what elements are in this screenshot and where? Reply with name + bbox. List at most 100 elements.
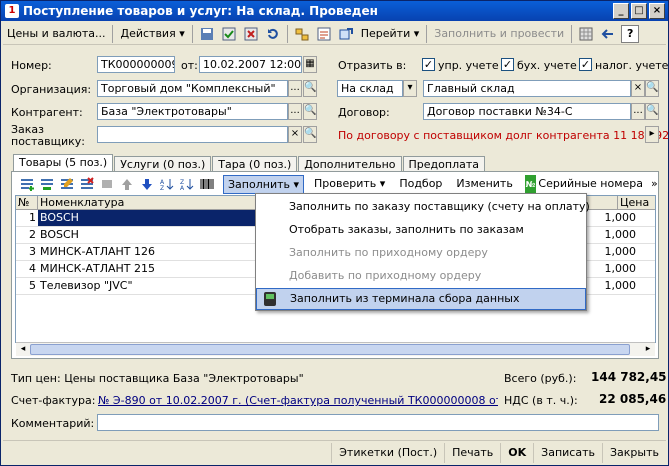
delete-row-icon[interactable]	[79, 175, 95, 193]
destination-type-field[interactable]: На склад	[337, 80, 403, 97]
unpost-icon[interactable]	[242, 25, 260, 43]
prices-currency-button[interactable]: Цены и валюта...	[3, 24, 109, 44]
sort-desc-icon[interactable]: ZA	[179, 175, 195, 193]
reflect-label: Отразить в:	[338, 59, 407, 72]
mgmt-label: упр. учете	[438, 59, 499, 72]
tab-additional[interactable]: Дополнительно	[298, 156, 402, 172]
horizontal-scrollbar[interactable]: ◂ ▸	[16, 342, 655, 356]
serial-numbers-button[interactable]: Серийные номера	[538, 174, 647, 194]
pick-button[interactable]: Подбор	[395, 174, 446, 194]
org-search-icon[interactable]: 🔍	[303, 80, 317, 97]
structure-icon[interactable]	[293, 25, 311, 43]
save-button[interactable]: Записать	[533, 442, 602, 463]
barcode-icon[interactable]	[199, 175, 215, 193]
date-field[interactable]: 10.02.2007 12:00:03	[199, 56, 302, 73]
date-select-button[interactable]: ▦	[303, 56, 317, 73]
move-up-icon[interactable]	[119, 175, 135, 193]
row-name[interactable]: Телевизор "JVC"	[38, 278, 256, 294]
col-number[interactable]: №	[16, 196, 38, 209]
copy-row-icon[interactable]	[39, 175, 55, 193]
help-button[interactable]: ?	[621, 24, 640, 43]
invoice-link[interactable]: № Э-890 от 10.02.2007 г. (Счет-фактура п…	[98, 394, 498, 407]
document-tabs: Товары (5 поз.) Услуги (0 поз.) Тара (0 …	[13, 154, 486, 172]
row-number: 2	[29, 228, 36, 241]
menu-fill-by-receipt-order[interactable]: Заполнить по приходному ордеру	[256, 242, 586, 264]
close-form-button[interactable]: Закрыть	[602, 442, 666, 463]
row-name[interactable]: МИНСК-АТЛАНТ 126	[38, 244, 256, 260]
menu-select-orders[interactable]: Отобрать заказы, заполнить по заказам	[256, 219, 586, 241]
end-edit-icon[interactable]	[99, 175, 115, 193]
contract-select-button[interactable]: ...	[631, 103, 645, 120]
fill-label: Заполнить	[228, 177, 290, 191]
warehouse-field[interactable]: Главный склад	[423, 80, 631, 97]
labels-button[interactable]: Этикетки (Пост.)	[331, 442, 444, 463]
table-toolbar: AZ ZA Заполнить ▾ Проверить ▾ Подбор Изм…	[17, 174, 658, 194]
row-name[interactable]: BOSCH	[38, 210, 256, 226]
minimize-button[interactable]: _	[613, 3, 629, 19]
svg-text:A: A	[180, 185, 185, 191]
close-button[interactable]: ×	[649, 3, 665, 19]
price-type-link[interactable]: Тип цен: Цены поставщика База "Электрото…	[11, 372, 304, 385]
org-field[interactable]: Торговый дом "Комплексный"	[97, 80, 288, 97]
table-settings-icon[interactable]	[577, 25, 595, 43]
row-name[interactable]: МИНСК-АТЛАНТ 215	[38, 261, 256, 277]
scroll-thumb[interactable]	[30, 344, 630, 355]
contractor-search-icon[interactable]: 🔍	[303, 103, 317, 120]
menu-add-by-receipt-order[interactable]: Добавить по приходному ордеру	[256, 265, 586, 287]
actions-menu[interactable]: Действия ▾	[116, 24, 188, 44]
print-button[interactable]: Печать	[444, 442, 500, 463]
check-menu-button[interactable]: Проверить ▾	[310, 174, 389, 194]
tab-prepayment[interactable]: Предоплата	[402, 156, 485, 172]
post-icon[interactable]	[220, 25, 238, 43]
goto-menu[interactable]: Перейти ▾	[357, 24, 424, 44]
contract-search-icon[interactable]: 🔍	[645, 103, 659, 120]
acc-checkbox[interactable]: ✓	[501, 58, 514, 71]
warehouse-clear-icon[interactable]: ×	[631, 80, 645, 97]
scroll-right-icon[interactable]: ▸	[641, 343, 655, 356]
contractor-field[interactable]: База "Электротовары"	[97, 103, 288, 120]
goto-icon[interactable]	[337, 25, 355, 43]
svg-text:Z: Z	[160, 185, 164, 191]
refresh-icon[interactable]	[264, 25, 282, 43]
debt-info[interactable]: По договору с поставщиком долг контраген…	[338, 129, 669, 142]
scroll-left-icon[interactable]: ◂	[16, 343, 30, 356]
ok-button[interactable]: OK	[500, 442, 533, 463]
destination-type-dropdown[interactable]: ▾	[403, 80, 417, 97]
org-select-button[interactable]: ...	[288, 80, 302, 97]
fill-and-post-button[interactable]: Заполнить и провести	[430, 24, 568, 44]
comment-field[interactable]	[97, 414, 659, 431]
movements-icon[interactable]	[315, 25, 333, 43]
order-search-icon[interactable]: 🔍	[303, 126, 317, 143]
change-button[interactable]: Изменить	[452, 174, 516, 194]
contract-field[interactable]: Договор поставки №34-С	[423, 103, 631, 120]
back-arrow-icon[interactable]	[599, 25, 617, 43]
edit-row-icon[interactable]	[59, 175, 75, 193]
add-row-icon[interactable]	[19, 175, 35, 193]
org-label: Организация:	[11, 83, 92, 96]
menu-fill-by-supplier-order[interactable]: Заполнить по заказу поставщику (счету на…	[256, 196, 590, 218]
mgmt-checkbox[interactable]: ✓	[422, 58, 435, 71]
number-field[interactable]: ТК000000009	[97, 56, 175, 73]
menu-fill-from-terminal[interactable]: Заполнить из терминала сбора данных	[256, 288, 586, 310]
date-label: от:	[181, 59, 198, 72]
order-label-line2: поставщику:	[11, 135, 85, 148]
sort-asc-icon[interactable]: AZ	[159, 175, 175, 193]
tab-containers[interactable]: Тара (0 поз.)	[212, 156, 298, 172]
col-price[interactable]: Цена	[618, 196, 655, 209]
warehouse-search-icon[interactable]: 🔍	[645, 80, 659, 97]
fill-menu-button[interactable]: Заполнить ▾	[223, 174, 305, 194]
contractor-select-button[interactable]: ...	[288, 103, 302, 120]
row-name[interactable]: BOSCH	[38, 227, 256, 243]
move-down-icon[interactable]	[139, 175, 155, 193]
app-icon: 1	[5, 4, 19, 18]
order-clear-icon[interactable]: ×	[288, 126, 302, 143]
maximize-button[interactable]: □	[631, 3, 647, 19]
supplier-order-field[interactable]	[97, 126, 288, 143]
tax-checkbox[interactable]: ✓	[579, 58, 592, 71]
tab-goods[interactable]: Товары (5 поз.)	[13, 154, 114, 172]
toolbar-more-icon[interactable]: »	[647, 174, 662, 194]
debt-info-arrow[interactable]: ▸	[645, 126, 659, 143]
vat-label: НДС (в т. ч.):	[504, 394, 578, 407]
save-icon[interactable]	[198, 25, 216, 43]
tab-services[interactable]: Услуги (0 поз.)	[114, 156, 212, 172]
